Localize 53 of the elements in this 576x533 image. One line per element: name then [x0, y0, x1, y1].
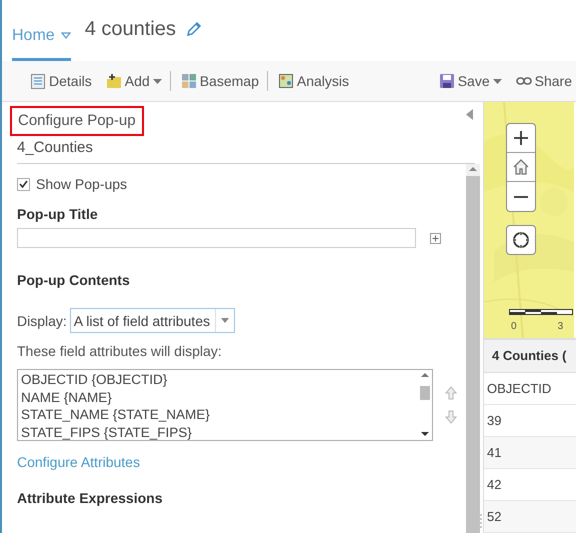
document-icon [30, 73, 46, 89]
caret-icon [60, 32, 71, 39]
scale-label: 3 [558, 321, 564, 332]
grid-icon [180, 73, 197, 89]
scrollbar[interactable] [466, 164, 480, 533]
save-icon [438, 73, 455, 89]
collapse-icon [466, 108, 473, 120]
display-dropdown[interactable]: A list of field attributes [70, 308, 235, 333]
field-list[interactable]: OBJECTID {OBJECTID} NAME {NAME} STATE_NAME {STATE_NAME} STATE_FIPS {STATE_FIPS} [17, 369, 433, 441]
pencil-icon [186, 21, 202, 37]
caret-icon [152, 78, 162, 84]
up-arrow-icon [445, 386, 457, 400]
section-heading: Attribute Expressions [17, 490, 164, 506]
scale-label: 0 [511, 321, 517, 332]
title-field[interactable] [17, 228, 416, 248]
table-cell-text: 42 [486, 477, 502, 492]
section-heading: Pop-up Contents [17, 272, 131, 288]
table-cell-text: 52 [486, 509, 502, 524]
zoom-in-icon [512, 129, 530, 147]
scale-bar-drawing [509, 308, 573, 316]
list-item[interactable]: NAME {NAME} [21, 388, 415, 406]
toolbar-button[interactable]: Share [512, 71, 576, 91]
list-item[interactable]: OBJECTID {OBJECTID} [21, 371, 415, 388]
map-title: 4 counties [84, 18, 176, 41]
toolbar-button[interactable]: Basemap [176, 71, 268, 91]
list-item[interactable]: STATE_NAME {STATE_NAME} [21, 406, 415, 424]
home-icon [512, 158, 530, 176]
toolbar-button[interactable]: Save [434, 71, 506, 91]
table-cell-text: 41 [486, 445, 502, 460]
caption: These field attributes will display: [17, 343, 223, 359]
toolbar-button[interactable]: Add [102, 71, 171, 91]
table-title: 4 Counties ( [484, 339, 576, 373]
resize-handle-icon [479, 513, 483, 529]
down-arrow-icon [445, 410, 457, 424]
checkbox[interactable] [17, 178, 30, 190]
folder-plus-icon [106, 73, 122, 89]
checkbox-label: Show Pop-ups [36, 176, 128, 192]
list-item[interactable]: STATE_FIPS {STATE_FIPS} [21, 424, 415, 441]
column-header[interactable]: OBJECTID [484, 381, 552, 396]
plus-icon [430, 232, 441, 244]
caret-icon [220, 318, 229, 323]
panel-title: Configure Pop-up [18, 112, 136, 129]
toolbar-button[interactable]: Details [26, 71, 96, 91]
check-icon [19, 180, 28, 188]
crosshair-icon [511, 230, 531, 250]
toolbar-button[interactable]: Analysis [274, 71, 354, 91]
locate-button[interactable] [506, 225, 536, 255]
field-label: Display: [17, 312, 67, 328]
layer-name: 4_Counties [17, 139, 475, 164]
caret-icon [492, 78, 502, 84]
section-heading: Pop-up Title [17, 206, 99, 222]
map-icon [278, 73, 294, 89]
table-cell-text: 39 [486, 413, 502, 428]
